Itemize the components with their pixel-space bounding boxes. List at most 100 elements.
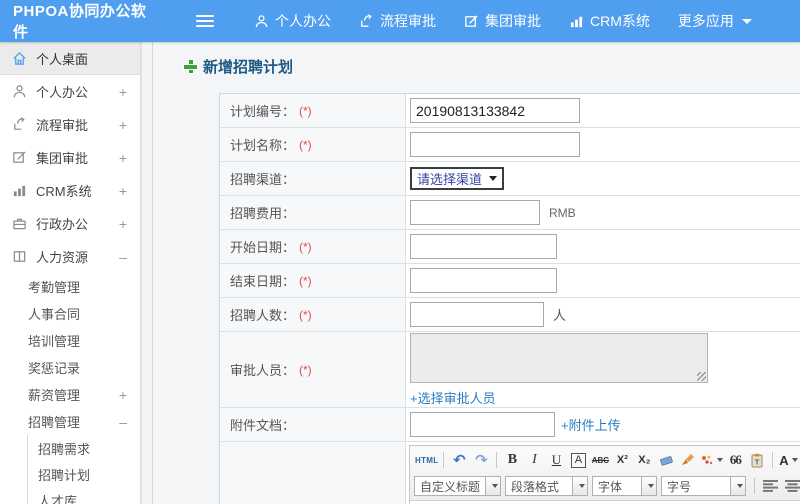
svg-text:T: T	[755, 457, 760, 466]
sidebar-item-desktop[interactable]: 个人桌面	[0, 42, 140, 75]
select-caret-icon[interactable]	[642, 476, 657, 496]
form-row-plan-no: 计划编号： (*)	[220, 94, 800, 128]
form-row-channel: 招聘渠道： 请选择渠道	[220, 162, 800, 196]
undo-button[interactable]: ↶	[449, 450, 469, 470]
form-row-attachment: 附件文档： +附件上传	[220, 408, 800, 442]
headcount-input[interactable]	[410, 302, 544, 327]
sidebar-item-hr[interactable]: 人力资源 –	[0, 240, 140, 273]
heading-select[interactable]: 自定义标题	[414, 476, 486, 496]
approver-textarea[interactable]	[410, 332, 708, 383]
sidebar-item-personal-office[interactable]: 个人办公 +	[0, 75, 140, 108]
select-caret-icon[interactable]	[486, 476, 501, 496]
collapse-minus-icon[interactable]: –	[119, 249, 127, 265]
italic-button[interactable]: I	[524, 450, 544, 470]
format-clear-broom-icon[interactable]	[678, 450, 698, 470]
select-caret-icon	[489, 176, 498, 181]
select-caret-icon[interactable]	[573, 476, 588, 496]
align-left-icon[interactable]	[760, 476, 780, 496]
sidebar-item-group-approval[interactable]: 集团审批 +	[0, 141, 140, 174]
eraser-icon[interactable]	[656, 450, 676, 470]
sidebar: 个人桌面 个人办公 + 流程审批 + 集团审批 + CRM系统 + 行政办公 +	[0, 42, 141, 504]
font-color-button[interactable]: A	[778, 450, 798, 470]
expand-plus-icon[interactable]: +	[119, 84, 127, 100]
required-marker: (*)	[299, 239, 312, 254]
sidebar-item-hr-contract[interactable]: 人事合同	[0, 300, 140, 327]
select-caret-icon[interactable]	[731, 476, 746, 496]
page-title: 新增招聘计划	[184, 56, 800, 77]
paste-button[interactable]: T	[747, 450, 767, 470]
caret-down-icon	[717, 458, 724, 462]
sidebar-item-recruit-plan[interactable]: 招聘计划	[28, 461, 140, 487]
expand-plus-icon[interactable]: +	[119, 150, 127, 166]
attachment-input[interactable]	[410, 412, 555, 437]
hamburger-menu-icon[interactable]	[196, 12, 214, 30]
topnav-more-apps[interactable]: 更多应用	[664, 0, 766, 42]
subscript-button[interactable]: X₂	[634, 450, 654, 470]
recruitment-plan-form: 计划编号： (*) 计划名称： (*) 招聘渠道：	[219, 93, 800, 504]
end-date-label: 结束日期：	[230, 274, 296, 289]
channel-select[interactable]: 请选择渠道	[410, 167, 505, 190]
topnav-workflow-approval[interactable]: 流程审批	[345, 0, 450, 42]
sidebar-item-workflow-approval[interactable]: 流程审批 +	[0, 108, 140, 141]
sidebar-hr-submenu: 考勤管理 人事合同 培训管理 奖惩记录 薪资管理 + 招聘管理 – 招聘需求 招…	[0, 273, 140, 504]
channel-label: 招聘渠道：	[230, 172, 296, 187]
expand-plus-icon[interactable]: +	[119, 117, 127, 133]
end-date-input[interactable]	[410, 268, 557, 293]
attachment-upload-link[interactable]: +附件上传	[561, 415, 621, 434]
headcount-label: 招聘人数：	[230, 308, 296, 323]
sidebar-item-recruit-demand[interactable]: 招聘需求	[28, 435, 140, 461]
redo-button[interactable]: ↷	[471, 450, 491, 470]
cost-input[interactable]	[410, 200, 540, 225]
topnav-crm[interactable]: CRM系统	[555, 0, 664, 42]
choose-approver-link[interactable]: +选择审批人员	[410, 388, 496, 407]
plan-name-input[interactable]	[410, 132, 580, 157]
strikethrough-button[interactable]: ABC	[590, 450, 610, 470]
align-center-icon[interactable]	[782, 476, 800, 496]
topnav-personal-office[interactable]: 个人办公	[240, 0, 345, 42]
plan-no-label: 计划编号：	[230, 104, 296, 119]
sidebar-item-training[interactable]: 培训管理	[0, 327, 140, 354]
form-row-end-date: 结束日期： (*)	[220, 264, 800, 298]
sidebar-item-attendance[interactable]: 考勤管理	[0, 273, 140, 300]
blockquote-button[interactable]: 66	[725, 450, 745, 470]
format-paint-button[interactable]	[700, 450, 724, 470]
sidebar-scrollbar[interactable]	[141, 42, 153, 504]
expand-plus-icon[interactable]: +	[119, 183, 127, 199]
font-size-select[interactable]: 字号	[661, 476, 731, 496]
autotypeset-button[interactable]: A	[568, 450, 588, 470]
form-row-cost: 招聘费用： RMB	[220, 196, 800, 230]
top-bar: PHPOA协同办公软件 个人办公 流程审批 集团审批 CRM系统 更多应用	[0, 0, 800, 42]
cost-unit: RMB	[549, 205, 576, 220]
editor-toolbar-row-1: HTML ↶ ↷ B I U A ABC X² X₂ 66 T A	[414, 447, 800, 473]
sidebar-item-crm[interactable]: CRM系统 +	[0, 174, 140, 207]
start-date-input[interactable]	[410, 234, 557, 259]
expand-plus-icon[interactable]: +	[119, 216, 127, 232]
sidebar-item-admin-office[interactable]: 行政办公 +	[0, 207, 140, 240]
sidebar-item-talent-pool[interactable]: 人才库	[28, 487, 140, 504]
editor-toolbar: HTML ↶ ↷ B I U A ABC X² X₂ 66 T A 自定义标题 …	[410, 446, 800, 501]
resize-grip-icon[interactable]	[697, 371, 706, 381]
underline-button[interactable]: U	[546, 450, 566, 470]
superscript-button[interactable]: X²	[612, 450, 632, 470]
expand-plus-icon[interactable]: +	[119, 387, 127, 403]
rich-text-editor: HTML ↶ ↷ B I U A ABC X² X₂ 66 T A 自定义标题 …	[409, 445, 800, 504]
bar-chart-icon	[569, 14, 584, 29]
caret-down-icon	[791, 458, 798, 462]
form-row-approver: 审批人员： (*) +选择审批人员	[220, 332, 800, 408]
plan-no-input[interactable]	[410, 98, 580, 123]
workflow-icon	[12, 117, 28, 133]
html-source-button[interactable]: HTML	[415, 450, 438, 470]
font-family-select[interactable]: 字体	[592, 476, 642, 496]
sidebar-item-salary[interactable]: 薪资管理 +	[0, 381, 140, 408]
cabinet-icon	[12, 249, 28, 265]
bold-button[interactable]: B	[502, 450, 522, 470]
topnav-group-approval[interactable]: 集团审批	[450, 0, 555, 42]
sidebar-item-recruitment[interactable]: 招聘管理 –	[0, 408, 140, 435]
paragraph-format-select[interactable]: 段落格式	[505, 476, 573, 496]
editor-toolbar-row-2: 自定义标题 段落格式 字体 字号	[414, 473, 800, 499]
start-date-label: 开始日期：	[230, 240, 296, 255]
sidebar-item-rewards[interactable]: 奖惩记录	[0, 354, 140, 381]
required-marker: (*)	[299, 307, 312, 322]
add-plus-icon	[184, 60, 197, 73]
collapse-minus-icon[interactable]: –	[119, 414, 127, 430]
